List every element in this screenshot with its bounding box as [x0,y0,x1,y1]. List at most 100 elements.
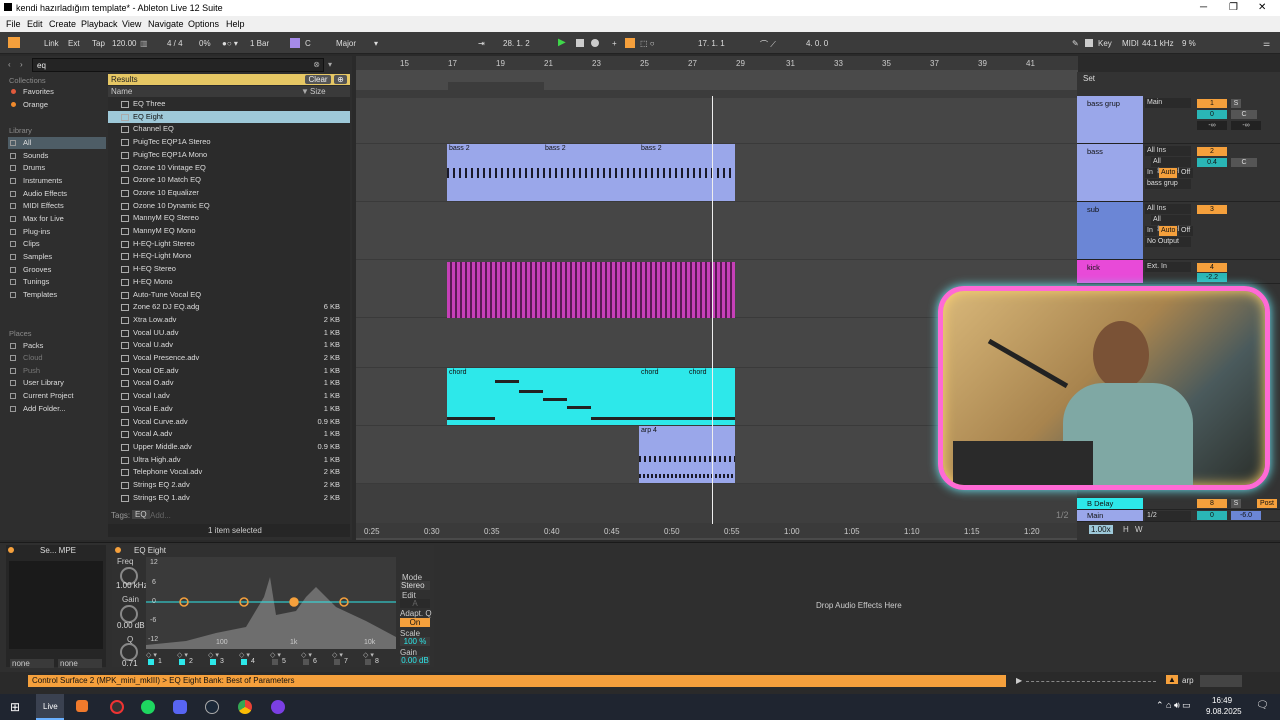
band-on-toggle[interactable] [210,659,216,665]
input-select[interactable]: Ext. In [1145,262,1191,272]
discord-icon[interactable] [173,700,187,714]
monitor-auto[interactable]: Auto [1159,168,1177,178]
result-item[interactable]: Channel EQ [108,123,350,136]
library-sounds[interactable]: Sounds [8,150,106,162]
monitor-in[interactable]: In [1145,168,1157,178]
band-filter-type-icon[interactable]: ◇ ▾ [239,651,250,659]
stop-button[interactable] [576,39,584,47]
file-explorer-icon[interactable] [76,700,88,712]
input-select[interactable]: All Ins [1145,146,1191,156]
send-b[interactable]: -∞ [1231,121,1261,130]
key-map-button[interactable]: Key [1098,39,1112,48]
clock-date[interactable]: 9.08.2025 [1206,707,1242,716]
band-filter-type-icon[interactable]: ◇ ▾ [177,651,188,659]
place-cloud[interactable]: Cloud [8,352,106,364]
result-item[interactable]: Zone 62 DJ EQ.adg 6 KB [108,301,350,314]
adapt-toggle[interactable]: On [400,618,430,627]
track-bass-grup[interactable]: bass grup Main 1 S 0 C -∞ -∞ [1077,96,1280,144]
menu-file[interactable]: File [6,19,21,29]
menu-create[interactable]: Create [49,19,76,29]
overdub-icon[interactable]: + [612,39,617,48]
place-current-project[interactable]: Current Project [8,390,106,402]
menu-view[interactable]: View [122,19,141,29]
result-item[interactable]: Vocal OE.adv 1 KB [108,365,350,378]
result-item[interactable]: H-EQ-Light Stereo [108,238,350,251]
result-item[interactable]: MannyM EQ Stereo [108,212,350,225]
scale-field[interactable]: 100 % [400,637,430,646]
menu-help[interactable]: Help [226,19,245,29]
result-item[interactable]: Auto-Tune Vocal EQ [108,289,350,302]
freq-value[interactable]: 1.00 kHz [116,581,148,590]
library-midi-effects[interactable]: MIDI Effects [8,200,106,212]
pan-field[interactable]: C [1231,110,1257,119]
band-on-toggle[interactable] [272,659,278,665]
add-collection-icon[interactable]: ⊕ [334,75,347,84]
capture-icon[interactable]: ⬚ ○ [640,39,655,48]
meter-field[interactable]: 4 / 4 [167,39,183,48]
result-item[interactable]: PuigTec EQP1A Stereo [108,136,350,149]
result-item[interactable]: H-EQ Stereo [108,263,350,276]
monitor-auto[interactable]: Auto [1159,226,1177,236]
zoom-field[interactable]: 1.00x [1089,525,1113,534]
back-icon[interactable]: ‹ [8,60,11,69]
loop-length-field[interactable]: 4. 0. 0 [806,39,828,48]
record-quant-icon[interactable]: ●○ ▾ [222,39,238,48]
output-gain-field[interactable]: 0.00 dB [400,656,430,665]
track-sub[interactable]: sub All Ins All Channels In Auto Off No … [1077,202,1280,260]
library-all[interactable]: All [8,137,106,149]
library-samples[interactable]: Samples [8,251,106,263]
tag-add[interactable]: Add... [150,511,171,520]
track-name[interactable]: sub [1077,202,1143,259]
loop-icon[interactable]: ⌒ ⟋ [760,39,776,50]
result-item[interactable]: EQ Three [108,98,350,111]
result-item[interactable]: Vocal Curve.adv 0.9 KB [108,416,350,429]
routing-select[interactable]: Main [1145,98,1191,108]
track-name[interactable]: B Delay [1077,498,1143,509]
band-on-toggle[interactable] [148,659,154,665]
metronome-icon[interactable]: ▥ [140,39,148,48]
result-item[interactable]: H-EQ Mono [108,276,350,289]
edit-toggle[interactable]: A [400,599,430,608]
app-icon[interactable] [271,700,285,714]
result-item[interactable]: Ozone 10 Match EQ [108,174,350,187]
result-item[interactable]: Vocal I.adv 1 KB [108,390,350,403]
result-item[interactable]: MannyM EQ Mono [108,225,350,238]
result-item[interactable]: Strings EQ 1.adv 2 KB [108,492,350,505]
automation-arm-icon[interactable] [625,38,635,48]
device-on-icon[interactable] [115,547,121,553]
forward-icon[interactable]: › [20,60,23,69]
library-grooves[interactable]: Grooves [8,264,106,276]
result-item[interactable]: Ozone 10 Equalizer [108,187,350,200]
search-box[interactable]: eq ⊗ [32,58,324,72]
track-main[interactable]: Main 1/2 0 -6.0 [1077,510,1280,522]
ext-button[interactable]: Ext [68,39,80,48]
col-size[interactable]: Size [310,87,326,96]
track-lane-sub[interactable] [356,202,1078,260]
minimize-button[interactable]: ─ [1200,2,1207,13]
overview-strip[interactable] [1026,681,1156,682]
obs-icon[interactable] [110,700,124,714]
result-item[interactable]: Upper Middle.adv 0.9 KB [108,441,350,454]
track-number[interactable]: 8 [1197,499,1227,508]
clip-kick[interactable] [447,262,735,318]
loop-start-field[interactable]: 17. 1. 1 [698,39,725,48]
eq-display[interactable]: 12 6 0 -6 -12 100 1k 10k [146,557,396,649]
track-number[interactable]: 4 [1197,263,1227,272]
gain-value[interactable]: 0.00 dB [117,621,145,630]
result-item[interactable]: Ozone 10 Vintage EQ [108,162,350,175]
band-filter-type-icon[interactable]: ◇ ▾ [270,651,281,659]
follow-icon[interactable]: ⇥ [478,39,485,48]
filter-icon[interactable]: ▾ [328,60,332,69]
track-lane-bass-grup[interactable] [356,98,1078,144]
col-name[interactable]: Name [111,87,132,96]
track-number[interactable]: 2 [1197,147,1227,156]
library-clips[interactable]: Clips [8,238,106,250]
track-number[interactable]: 1 [1197,99,1227,108]
song-position-field[interactable]: 28. 1. 2 [503,39,530,48]
result-item[interactable]: Vocal U.adv 1 KB [108,339,350,352]
band-on-toggle[interactable] [179,659,185,665]
volume-field[interactable]: 0.4 [1197,158,1227,167]
time-ruler[interactable]: 0:25 0:30 0:35 0:40 0:45 0:50 0:55 1:00 … [356,524,1078,538]
track-name[interactable]: Main [1077,510,1143,521]
clock-time[interactable]: 16:49 [1212,696,1232,705]
